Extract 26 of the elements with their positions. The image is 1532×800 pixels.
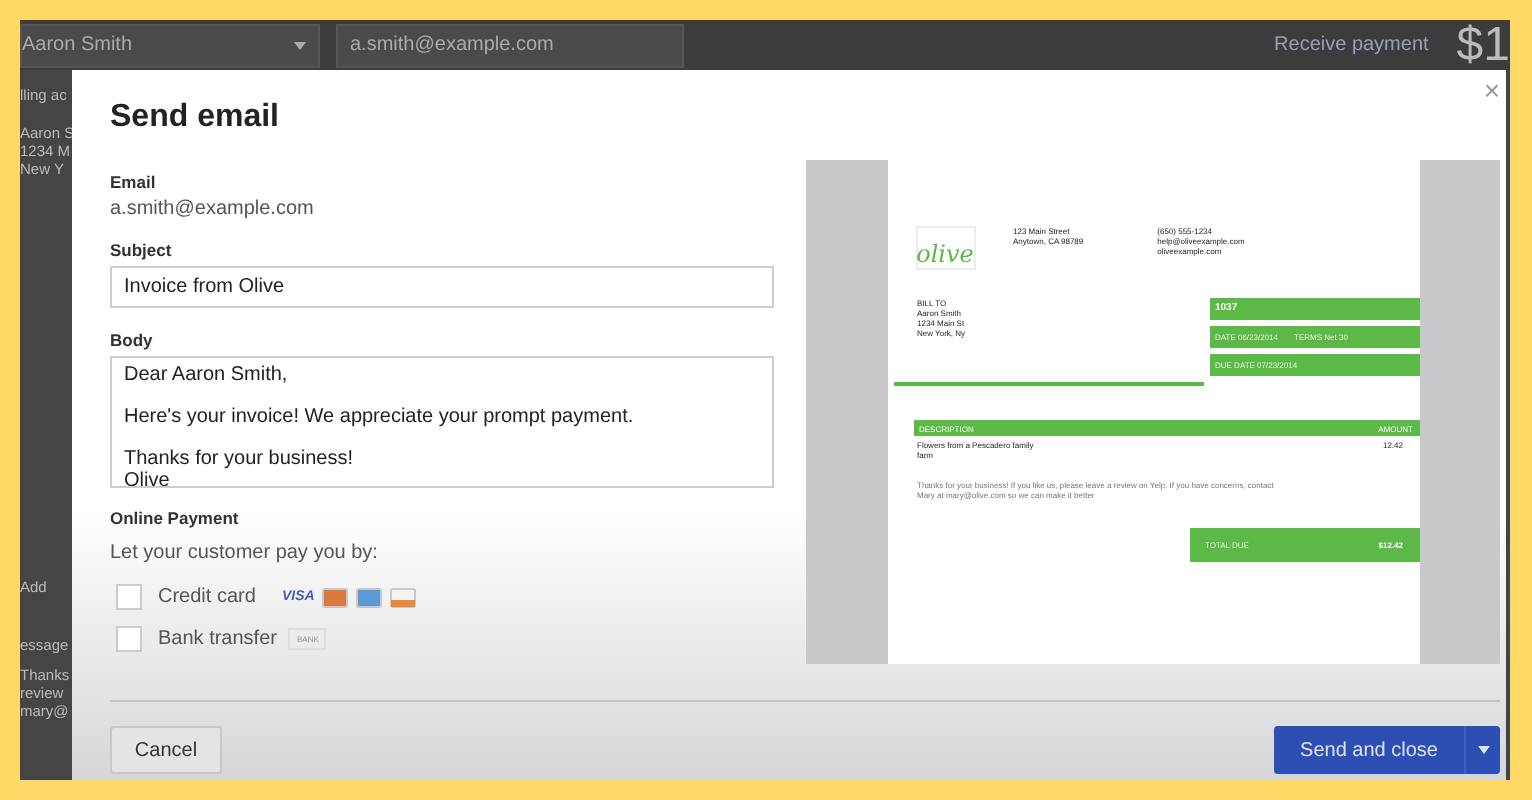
- payment-option-label: Bank transfer: [158, 628, 277, 650]
- email-label: Email: [110, 172, 158, 192]
- checkbox[interactable]: [116, 626, 142, 652]
- payment-option-label: Credit card: [158, 586, 258, 608]
- card-logo-icon: [356, 587, 383, 607]
- receive-payment-link[interactable]: Receive payment: [1274, 34, 1429, 56]
- send-options-button[interactable]: [1464, 726, 1500, 774]
- card-logo-icon: [390, 587, 417, 607]
- email-field[interactable]: a.smith@example.com: [336, 23, 684, 67]
- card-logo-icon: [322, 587, 349, 607]
- subject-label: Subject: [110, 240, 174, 260]
- dialog-title: Send email: [110, 98, 281, 138]
- body-label: Body: [110, 330, 155, 350]
- caret-icon: [294, 41, 306, 49]
- olive-logo: olive: [915, 226, 975, 270]
- customer-dropdown[interactable]: Aaron Smith: [20, 23, 320, 67]
- balance-amount: $1: [1456, 21, 1510, 69]
- checkbox[interactable]: [116, 584, 142, 610]
- online-payment-label: Online Payment: [110, 508, 241, 528]
- cancel-button[interactable]: Cancel: [110, 726, 222, 774]
- body-field[interactable]: Dear Aaron Smith, Here's your invoice! We appreciate your prompt payment. Thanks for your business! Olive: [110, 356, 774, 488]
- subject-field[interactable]: Invoice from Olive: [110, 266, 774, 308]
- email-value: a.smith@example.com: [110, 198, 316, 220]
- send-and-close-button[interactable]: Send and close: [1274, 726, 1464, 774]
- payment-prompt: Let your customer pay you by:: [110, 542, 380, 564]
- caret-icon: [1477, 746, 1489, 754]
